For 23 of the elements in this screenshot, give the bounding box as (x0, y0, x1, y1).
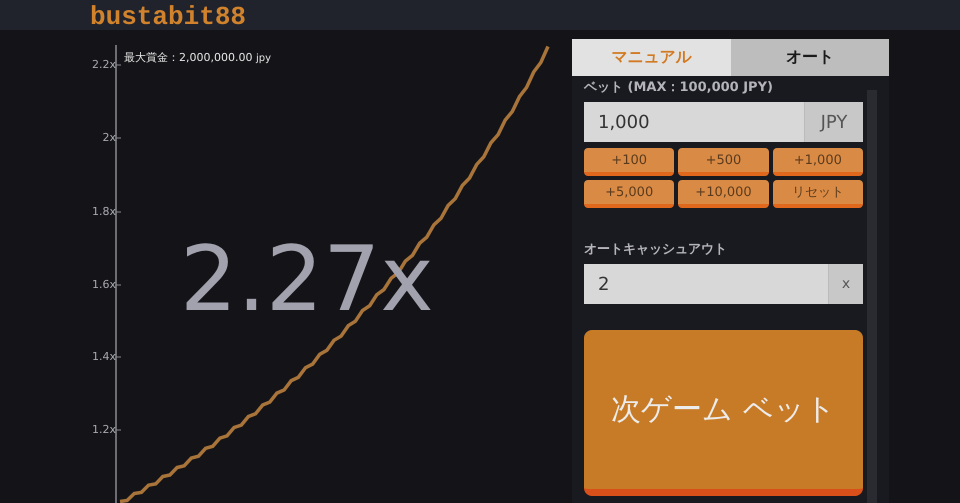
amount-button[interactable]: リセット (772, 180, 863, 208)
tab[interactable]: マニュアル (572, 39, 730, 76)
amount-button[interactable]: +500 (678, 148, 769, 176)
axis-label: 1.4x (92, 351, 116, 363)
amount-button[interactable]: +10,000 (678, 180, 769, 208)
axis-label: 2.2x (92, 59, 116, 71)
axis-label: 1.2x (92, 424, 116, 436)
multiplier-unit: x (828, 264, 863, 304)
bet-label: ベット (MAX：100,000 JPY) (584, 80, 774, 96)
cashout-field[interactable]: 2 (584, 264, 828, 304)
currency-unit: JPY (804, 102, 863, 142)
axis-label: 1.8x (92, 206, 116, 218)
amount-button[interactable]: +100 (584, 148, 674, 176)
axis-label: 2x (102, 132, 116, 144)
bet-button[interactable]: 次ゲーム ベット (584, 330, 863, 496)
tab[interactable]: オート (730, 39, 889, 76)
bet-field[interactable]: 1,000 (584, 102, 804, 142)
cashout-label: オートキャッシュアウト (584, 242, 728, 258)
max-prize: 最大賞金：2,000,000.00 jpy (124, 50, 272, 65)
axis-label: 1.6x (92, 279, 116, 291)
logo: bustabit88 (90, 4, 246, 30)
amount-button[interactable]: +1,000 (772, 148, 863, 176)
amount-button[interactable]: +5,000 (584, 180, 674, 208)
